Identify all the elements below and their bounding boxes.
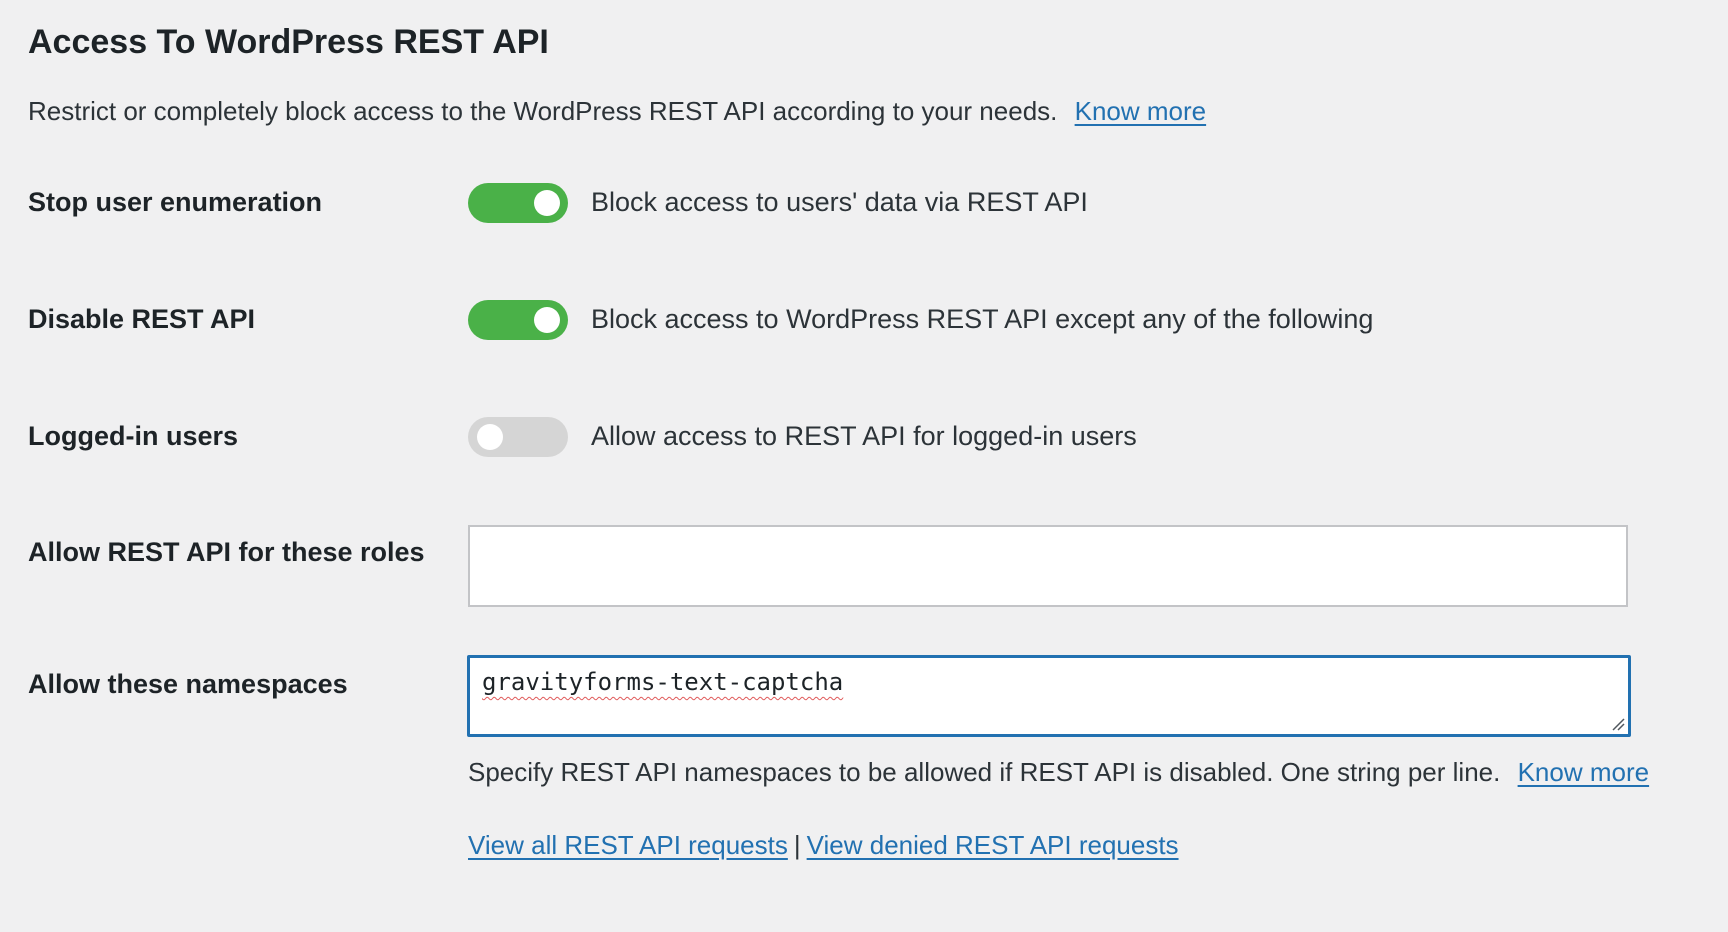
- logged-in-users-toggle[interactable]: [468, 417, 568, 457]
- stop-user-enumeration-description: Block access to users' data via REST API: [591, 187, 1088, 217]
- roles-select-field[interactable]: [468, 525, 1628, 607]
- section-title: Access To WordPress REST API: [28, 23, 549, 61]
- request-log-links: View all REST API requests | View denied R…: [468, 828, 1179, 862]
- know-more-link[interactable]: Know more: [1075, 96, 1207, 126]
- link-separator: |: [793, 830, 801, 860]
- toggle-knob: [477, 424, 503, 450]
- namespaces-help: Specify REST API namespaces to be allowe…: [468, 755, 1649, 789]
- toggle-knob: [534, 307, 560, 333]
- view-all-requests-link[interactable]: View all REST API requests: [468, 830, 788, 860]
- logged-in-users-description: Allow access to REST API for logged-in u…: [591, 421, 1137, 451]
- disable-rest-api-toggle[interactable]: [468, 300, 568, 340]
- namespaces-textarea[interactable]: gravityforms-text-captcha: [467, 655, 1631, 737]
- stop-user-enumeration-toggle[interactable]: [468, 183, 568, 223]
- namespaces-help-text: Specify REST API namespaces to be allowe…: [468, 757, 1501, 787]
- allow-namespaces-label: Allow these namespaces: [28, 669, 348, 699]
- namespaces-know-more-link[interactable]: Know more: [1518, 757, 1650, 787]
- view-denied-requests-link[interactable]: View denied REST API requests: [807, 830, 1179, 860]
- namespaces-textarea-value: gravityforms-text-captcha: [482, 668, 844, 696]
- allow-roles-label: Allow REST API for these roles: [28, 537, 425, 567]
- section-description-text: Restrict or completely block access to t…: [28, 96, 1058, 126]
- disable-rest-api-label: Disable REST API: [28, 304, 256, 334]
- logged-in-users-label: Logged-in users: [28, 421, 239, 451]
- toggle-knob: [534, 190, 560, 216]
- disable-rest-api-description: Block access to WordPress REST API excep…: [591, 304, 1374, 334]
- resize-grip-icon[interactable]: [1609, 715, 1625, 731]
- section-description: Restrict or completely block access to t…: [28, 94, 1206, 128]
- stop-user-enumeration-label: Stop user enumeration: [28, 187, 323, 217]
